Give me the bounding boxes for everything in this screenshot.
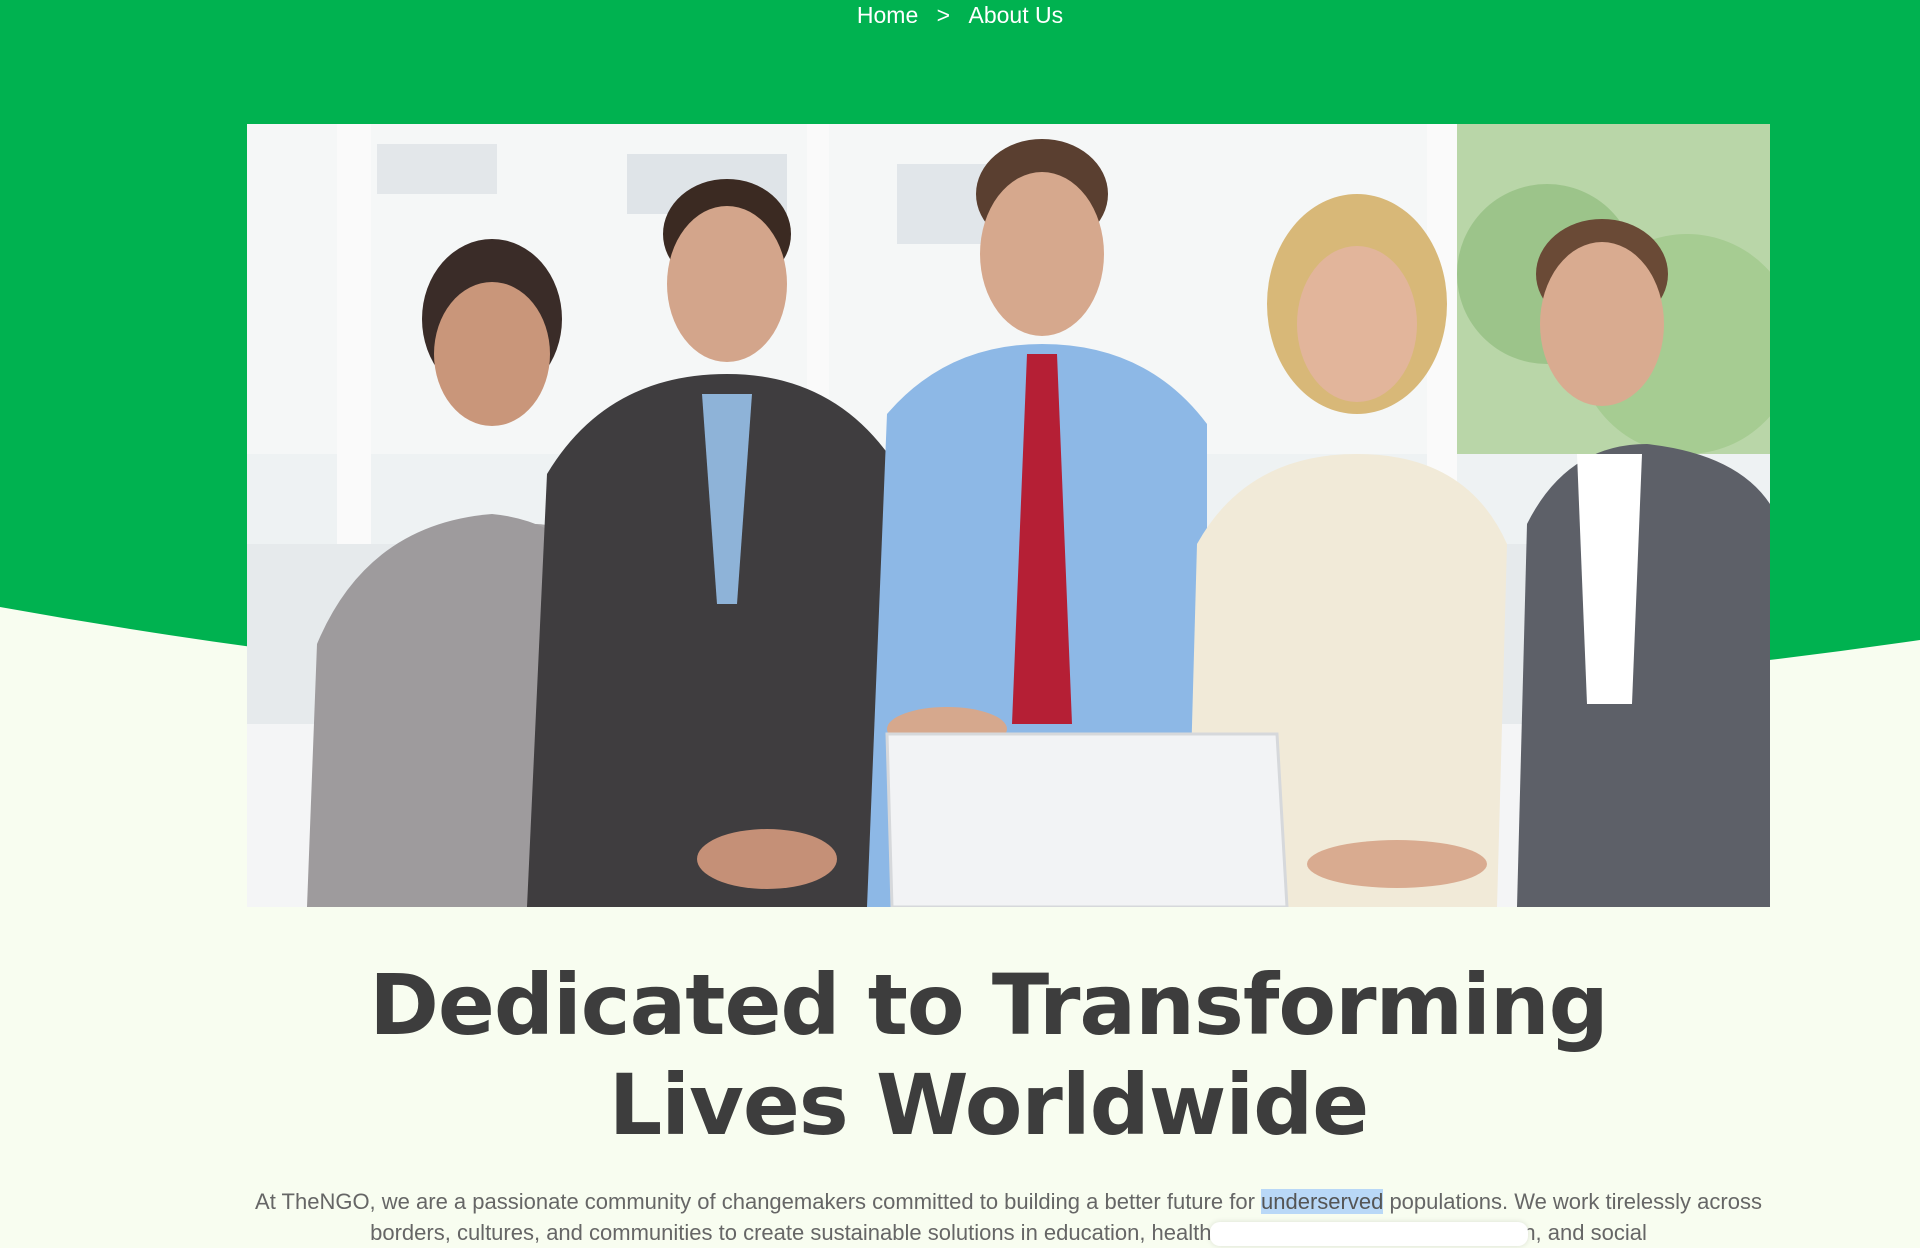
team-photo — [247, 124, 1770, 907]
breadcrumb-current: About Us — [968, 2, 1064, 28]
breadcrumb-separator: > — [936, 2, 951, 28]
breadcrumb: Home > About Us — [0, 2, 1920, 29]
intro-text-start: At TheNGO, we are a passionate community… — [255, 1189, 1262, 1214]
intro-paragraph: At TheNGO, we are a passionate community… — [247, 1186, 1770, 1248]
selected-text: underserved — [1261, 1189, 1384, 1214]
selection-toolbar[interactable] — [1210, 1222, 1528, 1246]
breadcrumb-home-link[interactable]: Home — [857, 2, 918, 29]
page-headline: Dedicated to Transforming Lives Worldwid… — [369, 956, 1609, 1154]
